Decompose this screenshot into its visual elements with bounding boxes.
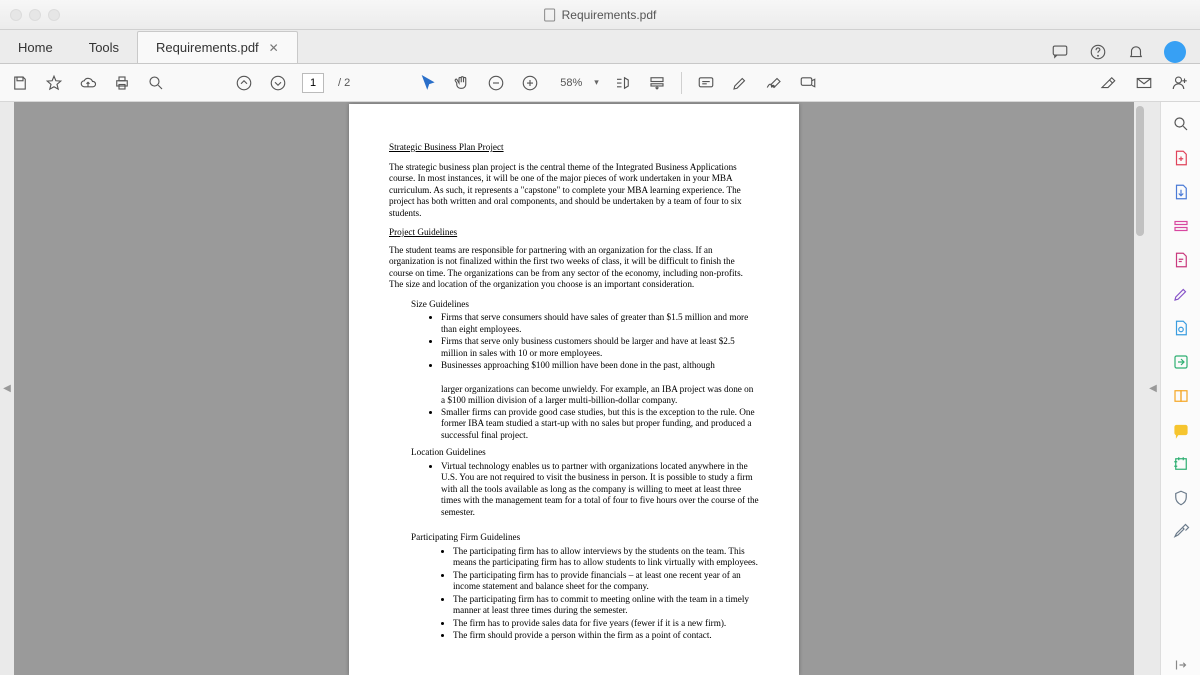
edit-pdf-icon[interactable] [1171, 216, 1191, 236]
fill-sign-icon[interactable] [1171, 284, 1191, 304]
export-pdf-icon[interactable] [1171, 182, 1191, 202]
doc-h-location: Location Guidelines [411, 447, 759, 459]
tools-sidebar [1160, 102, 1200, 675]
doc-p-guidelines: The student teams are responsible for pa… [389, 245, 759, 291]
zoom-window-icon[interactable] [48, 9, 60, 21]
doc-h-participating: Participating Firm Guidelines [411, 532, 759, 544]
scroll-mode-icon[interactable] [647, 73, 667, 93]
tab-document-active[interactable]: Requirements.pdf ✕ [137, 31, 298, 63]
expand-rail-icon[interactable] [1171, 655, 1191, 675]
page-down-icon[interactable] [268, 73, 288, 93]
doc-size-cont: larger organizations can become unwieldy… [441, 384, 759, 407]
help-icon[interactable] [1088, 42, 1108, 62]
cloud-upload-icon[interactable] [78, 73, 98, 93]
print-icon[interactable] [112, 73, 132, 93]
more-tools-icon[interactable] [1171, 522, 1191, 542]
user-avatar[interactable] [1164, 41, 1186, 63]
tab-home[interactable]: Home [0, 32, 71, 63]
highlight-pen-icon[interactable] [730, 73, 750, 93]
fit-width-icon[interactable] [613, 73, 633, 93]
tab-tools[interactable]: Tools [71, 32, 137, 63]
zoom-out-icon[interactable] [486, 73, 506, 93]
page-total-label: / 2 [338, 77, 350, 89]
zoom-in-icon[interactable] [520, 73, 540, 93]
compare-icon[interactable] [1171, 386, 1191, 406]
create-pdf-icon[interactable] [1171, 148, 1191, 168]
doc-h-guidelines: Project Guidelines [389, 227, 759, 239]
zoom-dropdown-icon[interactable]: ▾ [594, 77, 599, 88]
scroll-thumb[interactable] [1136, 106, 1144, 236]
selection-arrow-icon[interactable] [418, 73, 438, 93]
list-item: The participating firm has to provide fi… [453, 570, 759, 593]
comment-tool-icon[interactable] [1171, 250, 1191, 270]
minimize-window-icon[interactable] [29, 9, 41, 21]
signature-icon[interactable] [764, 73, 784, 93]
sticky-note-icon[interactable] [1171, 420, 1191, 440]
vertical-scrollbar[interactable] [1134, 102, 1146, 675]
bell-icon[interactable] [1126, 42, 1146, 62]
close-tab-icon[interactable]: ✕ [269, 41, 279, 55]
tab-document-label: Requirements.pdf [156, 40, 259, 55]
redact-icon[interactable] [1171, 454, 1191, 474]
close-window-icon[interactable] [10, 9, 22, 21]
list-item: Firms that serve consumers should have s… [441, 312, 759, 335]
document-area: ◀ Strategic Business Plan Project The st… [0, 102, 1200, 675]
pdf-file-icon [544, 8, 556, 22]
list-item: Businesses approaching $100 million have… [441, 360, 759, 372]
doc-list-size-extra: Smaller firms can provide good case stud… [441, 407, 759, 442]
prev-page-arrow[interactable]: ◀ [0, 102, 14, 675]
zoom-level-label: 58% [554, 75, 588, 91]
next-page-arrow[interactable]: ◀ [1146, 102, 1160, 675]
save-icon[interactable] [10, 73, 30, 93]
doc-list-size: Firms that serve consumers should have s… [441, 312, 759, 372]
list-item: Virtual technology enables us to partner… [441, 461, 759, 519]
share-person-icon[interactable] [1170, 73, 1190, 93]
doc-list-location: Virtual technology enables us to partner… [441, 461, 759, 519]
list-item: The participating firm has to allow inte… [453, 546, 759, 569]
star-icon[interactable] [44, 73, 64, 93]
send-sign-icon[interactable] [1171, 352, 1191, 372]
list-item: The firm has to provide sales data for f… [453, 618, 759, 630]
doc-intro: The strategic business plan project is t… [389, 162, 759, 220]
tab-bar: Home Tools Requirements.pdf ✕ [0, 30, 1200, 64]
window-title: Requirements.pdf [544, 8, 657, 22]
doc-title: Strategic Business Plan Project [389, 142, 759, 154]
erase-icon[interactable] [1098, 73, 1118, 93]
window-controls [10, 9, 60, 21]
search-icon[interactable] [146, 73, 166, 93]
page-number-input[interactable] [302, 73, 324, 93]
page-up-icon[interactable] [234, 73, 254, 93]
doc-h-size: Size Guidelines [411, 299, 759, 311]
protect-icon[interactable] [1171, 488, 1191, 508]
pdf-page: Strategic Business Plan Project The stra… [349, 104, 799, 675]
main-toolbar: / 2 58% ▾ [0, 64, 1200, 102]
hand-pan-icon[interactable] [452, 73, 472, 93]
list-item: Smaller firms can provide good case stud… [441, 407, 759, 442]
window-title-text: Requirements.pdf [562, 8, 657, 22]
organize-pages-icon[interactable] [1171, 318, 1191, 338]
list-item: Firms that serve only business customers… [441, 336, 759, 359]
comment-icon[interactable] [696, 73, 716, 93]
doc-list-participating: The participating firm has to allow inte… [453, 546, 759, 642]
document-viewport[interactable]: Strategic Business Plan Project The stra… [14, 102, 1134, 675]
chat-icon[interactable] [1050, 42, 1070, 62]
list-item: The participating firm has to commit to … [453, 594, 759, 617]
stamp-icon[interactable] [798, 73, 818, 93]
titlebar: Requirements.pdf [0, 0, 1200, 30]
list-item: The firm should provide a person within … [453, 630, 759, 642]
search-tool-icon[interactable] [1171, 114, 1191, 134]
email-icon[interactable] [1134, 73, 1154, 93]
